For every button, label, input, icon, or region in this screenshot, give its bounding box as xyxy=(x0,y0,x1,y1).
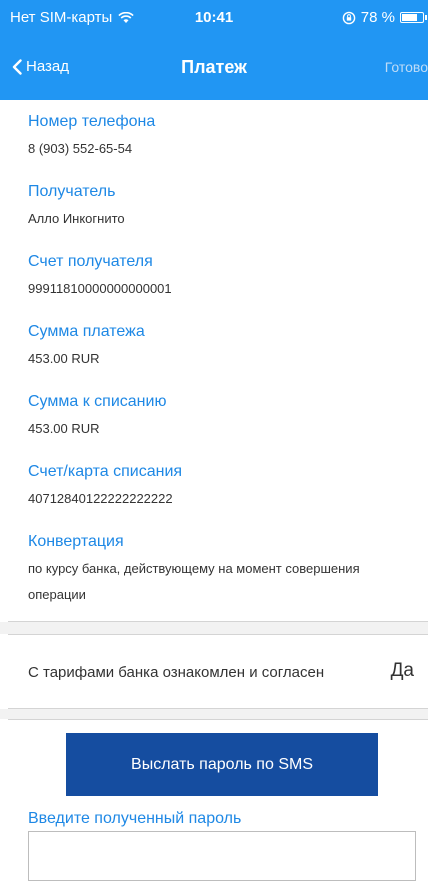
field-recipient: Получатель Алло Инкогнито xyxy=(0,182,125,228)
navigation-bar: Назад Платеж Готово xyxy=(0,40,428,98)
field-debit-account: Счет/карта списания 40712840122222222222 xyxy=(0,462,182,508)
divider xyxy=(8,634,428,635)
field-debit-amount: Сумма к списанию 453.00 RUR xyxy=(0,392,166,438)
field-value: Алло Инкогнито xyxy=(28,211,125,226)
battery-fill xyxy=(402,14,417,21)
field-value: 8 (903) 552-65-54 xyxy=(28,141,133,156)
field-value: 40712840122222222222 xyxy=(28,491,173,506)
agreement-answer[interactable]: Да xyxy=(391,660,414,682)
section-gap xyxy=(0,622,428,634)
field-value: по курсу банка, действующему на момент с… xyxy=(28,561,360,602)
battery-percent: 78 % xyxy=(360,9,395,26)
divider xyxy=(8,719,428,720)
agreement-text: С тарифами банка ознакомлен и согласен xyxy=(28,664,325,681)
field-recipient-account: Счет получателя 99911810000000000001 xyxy=(0,252,172,298)
battery-icon xyxy=(400,12,427,23)
field-phone-number: Номер телефона 8 (903) 552-65-54 xyxy=(0,112,155,158)
field-label: Сумма платежа xyxy=(28,323,145,340)
field-label: Получатель xyxy=(28,183,116,200)
send-sms-password-button[interactable]: Выслать пароль по SMS xyxy=(66,733,378,796)
field-conversion: Конвертация по курсу банка, действующему… xyxy=(0,532,400,608)
field-value: 453.00 RUR xyxy=(28,421,100,436)
field-label: Счет получателя xyxy=(28,253,153,270)
field-label: Счет/карта списания xyxy=(28,463,183,480)
tariff-agreement-row[interactable]: С тарифами банка ознакомлен и согласен Д… xyxy=(0,636,428,708)
field-label: Конвертация xyxy=(28,533,124,550)
top-bar: Нет SIM-карты 10:41 78 % Назад Платеж Го… xyxy=(0,0,428,100)
field-value: 99911810000000000001 xyxy=(28,281,172,296)
status-bar: Нет SIM-карты 10:41 78 % xyxy=(0,0,428,40)
section-gap xyxy=(0,709,428,719)
done-button[interactable]: Готово xyxy=(385,59,428,75)
page-title: Платеж xyxy=(181,57,247,77)
field-payment-amount: Сумма платежа 453.00 RUR xyxy=(0,322,145,368)
field-value: 453.00 RUR xyxy=(28,351,100,366)
password-input[interactable] xyxy=(28,831,416,881)
password-label: Введите полученный пароль xyxy=(28,810,242,827)
field-label: Номер телефона xyxy=(28,113,156,130)
status-right: 78 % xyxy=(342,9,428,26)
rotation-lock-icon xyxy=(342,11,356,24)
field-label: Сумма к списанию xyxy=(28,393,167,410)
